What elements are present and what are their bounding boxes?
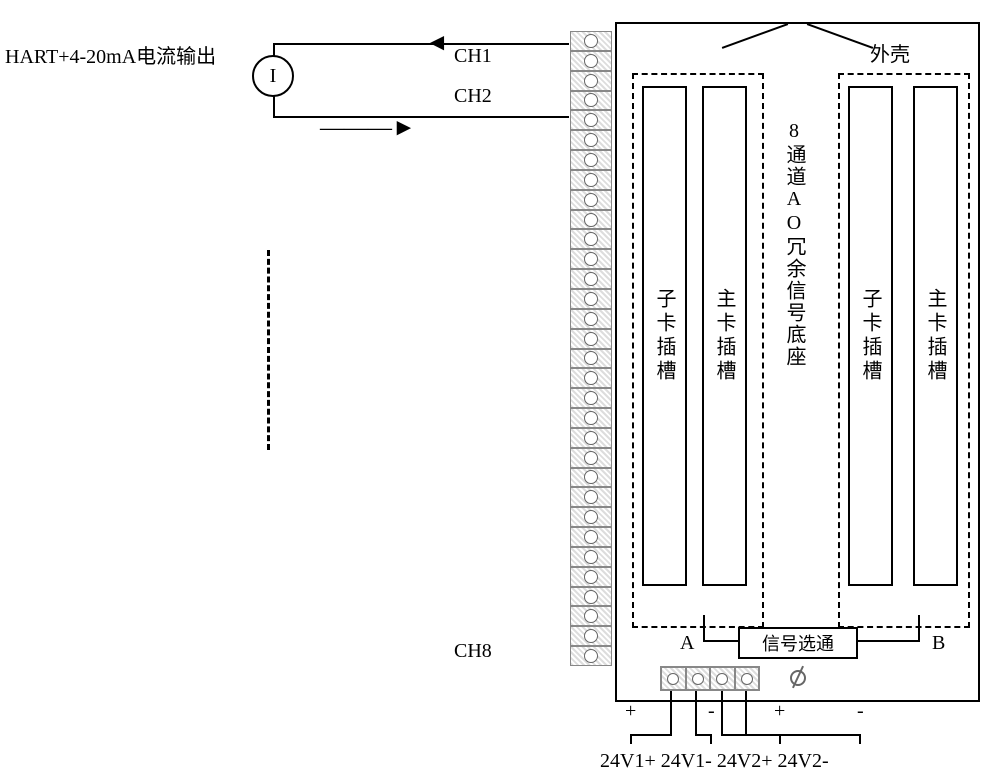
terminal-block xyxy=(570,190,612,210)
wire xyxy=(273,116,569,118)
wire xyxy=(745,691,747,734)
terminal-block xyxy=(570,210,612,230)
ellipsis-dash xyxy=(267,250,270,450)
terminal-block xyxy=(570,150,612,170)
terminal-block xyxy=(570,309,612,329)
terminal-block xyxy=(570,71,612,91)
hart-output-label: HART+4-20mA电流输出 xyxy=(5,40,216,69)
terminal-block xyxy=(570,51,612,71)
terminal-block xyxy=(570,249,612,269)
current-source-symbol: I xyxy=(252,55,294,97)
power-labels: 24V1+ 24V1- 24V2+ 24V2- xyxy=(600,750,829,773)
power-terminal xyxy=(686,667,711,690)
terminal-block xyxy=(570,269,612,289)
terminal-block xyxy=(570,130,612,150)
wire xyxy=(745,734,861,736)
slot-label: 主卡插槽 xyxy=(921,288,950,384)
wire xyxy=(703,615,705,642)
terminal-block xyxy=(570,91,612,111)
wire xyxy=(670,691,672,734)
wire xyxy=(859,734,861,744)
polarity-minus: - xyxy=(857,700,864,723)
terminal-block xyxy=(570,289,612,309)
wire xyxy=(721,691,723,734)
terminal-block xyxy=(570,229,612,249)
terminal-block xyxy=(570,547,612,567)
terminal-block xyxy=(570,170,612,190)
power-terminal xyxy=(735,667,760,690)
slot-label: 子卡插槽 xyxy=(650,288,679,384)
slot-label: 子卡插槽 xyxy=(856,288,885,384)
shell-label: 外壳 xyxy=(870,38,910,67)
sub-card-slot-b: 子卡插槽 xyxy=(848,86,893,586)
terminal-block xyxy=(570,31,612,51)
terminal-block xyxy=(570,368,612,388)
terminal-block xyxy=(570,646,612,666)
wire xyxy=(630,734,632,744)
terminal-block xyxy=(570,468,612,488)
terminal-block xyxy=(570,527,612,547)
wire xyxy=(695,691,697,734)
channel-2-label: CH2 xyxy=(454,85,492,108)
terminal-block xyxy=(570,408,612,428)
wire xyxy=(273,96,275,118)
polarity-plus: + xyxy=(625,700,636,723)
main-card-slot-a: 主卡插槽 xyxy=(702,86,747,586)
channel-1-label: CH1 xyxy=(454,45,492,68)
polarity-minus: - xyxy=(708,700,715,723)
wire xyxy=(779,734,781,744)
channel-8-label: CH8 xyxy=(454,640,492,663)
terminal-block xyxy=(570,428,612,448)
power-terminal xyxy=(710,667,735,690)
wire xyxy=(273,43,569,45)
group-a-label: A xyxy=(680,632,694,655)
terminal-block xyxy=(570,626,612,646)
terminal-block xyxy=(570,606,612,626)
power-terminal xyxy=(661,667,686,690)
terminal-block xyxy=(570,567,612,587)
base-label: 8通道AO冗余信号底座 xyxy=(780,120,809,368)
group-b-label: B xyxy=(932,632,945,655)
wire xyxy=(858,640,920,642)
wire xyxy=(632,734,672,736)
wire xyxy=(918,615,920,642)
terminal-block xyxy=(570,487,612,507)
terminal-block xyxy=(570,587,612,607)
terminal-block xyxy=(570,507,612,527)
terminal-block xyxy=(570,329,612,349)
main-card-slot-b: 主卡插槽 xyxy=(913,86,958,586)
slot-label: 主卡插槽 xyxy=(710,288,739,384)
wire xyxy=(705,640,738,642)
terminal-block xyxy=(570,110,612,130)
terminal-strip xyxy=(570,31,612,666)
terminal-block xyxy=(570,349,612,369)
terminal-block xyxy=(570,448,612,468)
polarity-plus: + xyxy=(774,700,785,723)
signal-selector-box: 信号选通 xyxy=(738,627,858,659)
terminal-block xyxy=(570,388,612,408)
sub-card-slot-a: 子卡插槽 xyxy=(642,86,687,586)
power-terminal-block xyxy=(660,666,760,691)
arrow-right-icon: ———► xyxy=(320,115,416,142)
wire xyxy=(710,734,712,744)
